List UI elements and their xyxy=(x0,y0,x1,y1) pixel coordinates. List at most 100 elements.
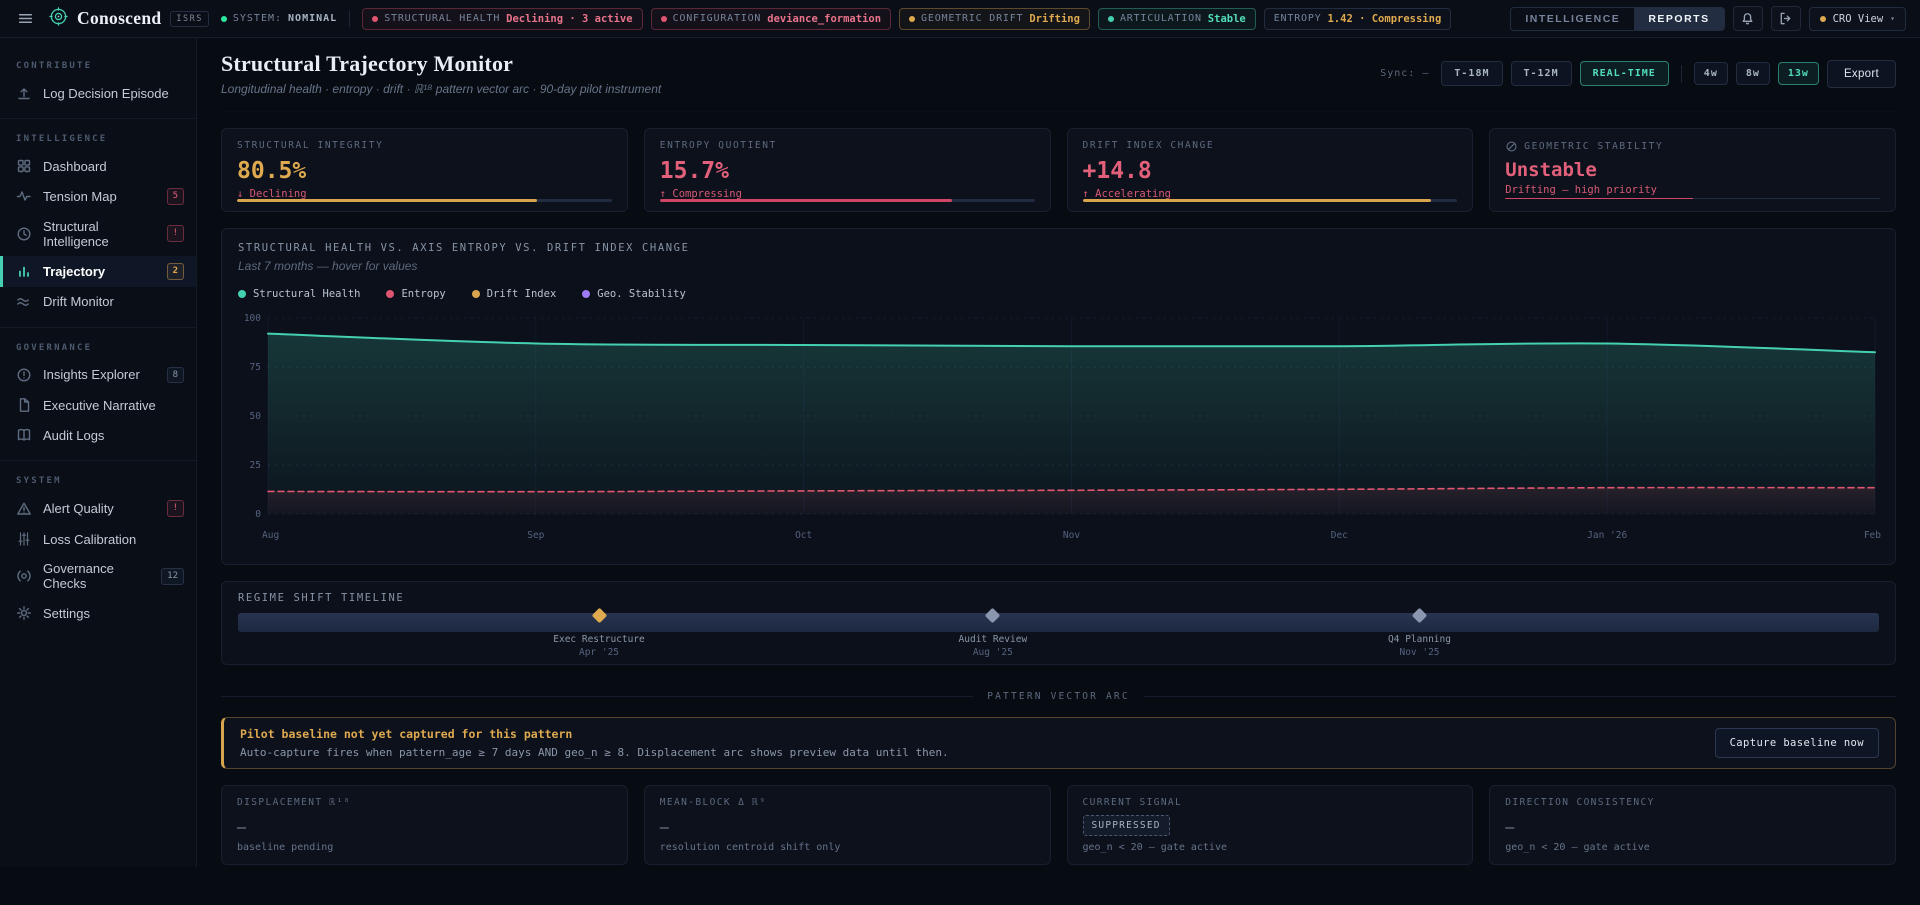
svg-text:Feb: Feb xyxy=(1864,530,1881,541)
notifications-button[interactable] xyxy=(1733,6,1763,31)
sidebar-item-badge: ! xyxy=(167,500,184,517)
view-dot xyxy=(1820,16,1826,22)
svg-text:Sep: Sep xyxy=(527,530,544,541)
legend-item-drift-index[interactable]: Drift Index xyxy=(472,288,557,300)
sidebar-item-trajectory[interactable]: Trajectory2 xyxy=(0,256,196,287)
timeline-track[interactable]: Exec RestructureApr '25 Audit ReviewAug '… xyxy=(238,610,1879,656)
sidebar-item-label: Tension Map xyxy=(43,189,117,204)
sidebar-item-tension-map[interactable]: Tension Map 5 xyxy=(0,181,196,212)
range-buttons: T-18M T-12M REAL-TIME xyxy=(1441,61,1668,86)
kpi-label: ENTROPY QUOTIENT xyxy=(660,140,777,151)
logo-icon xyxy=(49,7,68,26)
page-header: Structural Trajectory Monitor Longitudin… xyxy=(221,38,1896,112)
trajectory-chart[interactable]: AugSepOctNovDecJan '26Feb0255075100 xyxy=(238,308,1879,551)
legend-item-structural-health[interactable]: Structural Health xyxy=(238,288,360,300)
t-18m-button[interactable]: T-18M xyxy=(1441,61,1502,86)
pattern-cards-row: DISPLACEMENT ℝ¹⁸—baseline pendingMEAN-BL… xyxy=(221,785,1896,865)
sidebar-item-label: Governance Checks xyxy=(43,561,150,591)
13w-button[interactable]: 13w xyxy=(1778,62,1819,85)
pill-label: GEOMETRIC DRIFT xyxy=(921,13,1023,24)
sidebar-item-structural-intelligence[interactable]: Structural Intelligence! xyxy=(0,212,196,256)
kpi-structural-integrity: STRUCTURAL INTEGRITY80.5%↓ Declining xyxy=(221,128,628,212)
legend-label: Entropy xyxy=(401,288,445,300)
legend-item-entropy[interactable]: Entropy xyxy=(386,288,445,300)
baseline-banner: Pilot baseline not yet captured for this… xyxy=(221,717,1896,769)
tab-intelligence[interactable]: INTELLIGENCE xyxy=(1511,8,1634,30)
brand-name: Conoscend xyxy=(77,8,161,29)
svg-text:Nov: Nov xyxy=(1063,530,1080,541)
sidebar-item-badge: 5 xyxy=(167,188,184,205)
4w-button[interactable]: 4w xyxy=(1694,62,1728,85)
legend-dot xyxy=(582,290,590,298)
sidebar-item-label: Drift Monitor xyxy=(43,294,114,309)
sidebar-section-intelligence: INTELLIGENCEDashboard Tension Map 5 Structu… xyxy=(0,119,196,328)
brand-badge: ISRS xyxy=(170,11,208,27)
system-label: SYSTEM: xyxy=(233,13,282,24)
capture-baseline-button[interactable]: Capture baseline now xyxy=(1715,728,1879,758)
book-icon xyxy=(16,427,32,443)
sidebar-item-badge: 8 xyxy=(167,367,184,384)
sidebar-section-governance: GOVERNANCEInsights Explorer8Executive Na… xyxy=(0,328,196,462)
pattern-card-caption: resolution centroid shift only xyxy=(660,842,1035,853)
kpi-drift-index-change: DRIFT INDEX CHANGE+14.8↑ Accelerating xyxy=(1067,128,1474,212)
timeline-event-exec-restructure[interactable]: Exec RestructureApr '25 xyxy=(524,610,674,658)
grid-icon xyxy=(16,158,32,174)
brand[interactable]: Conoscend ISRS xyxy=(49,7,209,31)
status-dot xyxy=(372,16,378,22)
status-pills: STRUCTURAL HEALTHDeclining · 3 active CON… xyxy=(362,8,1451,30)
kpi-progress-bar xyxy=(237,199,612,202)
timeline-event-q4-planning[interactable]: Q4 PlanningNov '25 xyxy=(1345,610,1495,658)
sidebar-section-title: SYSTEM xyxy=(0,467,196,493)
header-controls: Sync: — T-18M T-12M REAL-TIME 4w 8w 13w Expo… xyxy=(1380,60,1896,88)
bell-icon xyxy=(1740,11,1755,26)
logout-button[interactable] xyxy=(1771,6,1801,31)
sidebar-item-dashboard[interactable]: Dashboard xyxy=(0,151,196,181)
real-time-button[interactable]: REAL-TIME xyxy=(1580,61,1669,86)
pattern-card-current-signal: CURRENT SIGNAL SUPPRESSED geo_n < 20 — gat… xyxy=(1067,785,1474,865)
export-button[interactable]: Export xyxy=(1827,60,1896,88)
gear-icon xyxy=(16,605,32,621)
target-icon xyxy=(16,568,32,584)
sidebar-item-label: Executive Narrative xyxy=(43,398,156,413)
8w-button[interactable]: 8w xyxy=(1736,62,1770,85)
sidebar-item-log-decision-episode[interactable]: Log Decision Episode xyxy=(0,78,196,108)
svg-text:Aug: Aug xyxy=(262,530,279,541)
sidebar-item-drift-monitor[interactable]: Drift Monitor xyxy=(0,287,196,317)
svg-text:Jan '26: Jan '26 xyxy=(1587,530,1627,541)
chart-subtitle: Last 7 months — hover for values xyxy=(238,259,1879,273)
pill-label: STRUCTURAL HEALTH xyxy=(384,13,500,24)
sidebar-item-governance-checks[interactable]: Governance Checks12 xyxy=(0,554,196,598)
sidebar-item-executive-narrative[interactable]: Executive Narrative xyxy=(0,390,196,420)
pattern-card-caption: geo_n < 20 — gate active xyxy=(1083,842,1458,853)
tab-reports[interactable]: REPORTS xyxy=(1634,8,1723,30)
sidebar-item-loss-calibration[interactable]: Loss Calibration xyxy=(0,524,196,554)
legend-item-geo-stability[interactable]: Geo. Stability xyxy=(582,288,686,300)
sidebar-item-settings[interactable]: Settings xyxy=(0,598,196,628)
view-selector[interactable]: CRO View ▾ xyxy=(1809,7,1906,31)
timeline-event-audit-review[interactable]: Audit ReviewAug '25 xyxy=(918,610,1068,658)
view-label: CRO View xyxy=(1833,13,1884,25)
banner-title: Pilot baseline not yet captured for this… xyxy=(240,727,949,741)
pattern-card-label: CURRENT SIGNAL xyxy=(1083,797,1458,808)
sidebar-item-audit-logs[interactable]: Audit Logs xyxy=(0,420,196,450)
banner-body: Auto-capture fires when pattern_age ≥ 7 … xyxy=(240,746,949,759)
pattern-section-divider: PATTERN VECTOR ARC xyxy=(221,691,1896,702)
waves-icon xyxy=(16,294,32,310)
kpi-value: +14.8 xyxy=(1083,158,1458,184)
pattern-card-value: — xyxy=(660,818,1035,836)
svg-text:Dec: Dec xyxy=(1331,530,1348,541)
sidebar-section-title: INTELLIGENCE xyxy=(0,125,196,151)
sidebar-item-insights-explorer[interactable]: Insights Explorer 8 xyxy=(0,360,196,391)
menu-icon[interactable] xyxy=(14,7,37,30)
sidebar-item-label: Insights Explorer xyxy=(43,367,140,382)
kpi-entropy-quotient: ENTROPY QUOTIENT15.7%↑ Compressing xyxy=(644,128,1051,212)
t-12m-button[interactable]: T-12M xyxy=(1511,61,1572,86)
sidebar-item-alert-quality[interactable]: Alert Quality! xyxy=(0,493,196,524)
suppressed-badge: SUPPRESSED xyxy=(1083,815,1170,836)
status-pill-configuration: CONFIGURATIONdeviance_formation xyxy=(651,8,891,30)
status-pill-structural-health: STRUCTURAL HEALTHDeclining · 3 active xyxy=(362,8,642,30)
sync-label: Sync: — xyxy=(1380,68,1429,79)
bars-icon xyxy=(16,263,32,279)
status-dot xyxy=(1108,16,1114,22)
sidebar-item-badge: 2 xyxy=(167,263,184,280)
